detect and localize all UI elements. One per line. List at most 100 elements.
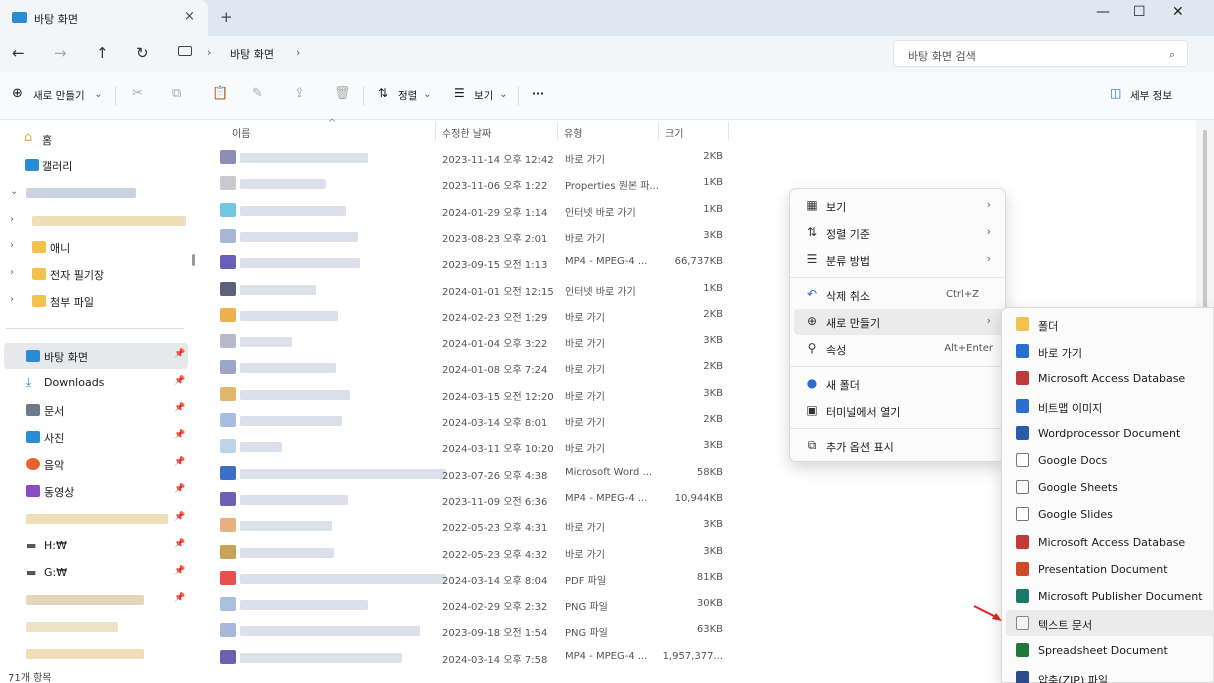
menu-item-new-folder[interactable]: ● 새 폴더 — [794, 371, 1003, 397]
column-header-type[interactable]: 유형 — [564, 125, 582, 140]
table-row[interactable]: 2022-05-23 오후 4:32 바로 가기 3KB — [198, 539, 728, 565]
submenu-item[interactable]: 텍스트 문서 — [1006, 610, 1214, 637]
sidebar-item-folder-ani[interactable]: › 애니 — [0, 234, 190, 260]
menu-item-sort-by[interactable]: ⇅ 정렬 기준 › — [794, 220, 1003, 246]
path-separator-end[interactable]: › — [296, 46, 300, 59]
table-row[interactable]: 2024-01-01 오전 12:15 인터넷 바로 가기 1KB — [198, 276, 728, 302]
menu-item-view[interactable]: ▦ 보기 › — [794, 193, 1003, 219]
sidebar-item-home[interactable]: ⌂ 홈 — [0, 126, 190, 152]
menu-item-group-by[interactable]: ☰ 분류 방법 › — [794, 247, 1003, 273]
column-divider[interactable] — [435, 122, 436, 140]
table-row[interactable]: 2024-01-04 오후 3:22 바로 가기 3KB — [198, 328, 728, 354]
menu-item-more-options[interactable]: ⧉ 추가 옵션 표시 — [794, 433, 1003, 459]
sidebar-item-pictures[interactable]: 사진 📌 — [0, 424, 190, 450]
column-divider[interactable] — [557, 122, 558, 140]
pin-icon[interactable]: 📌 — [174, 539, 185, 549]
submenu-item[interactable]: Wordprocessor Document — [1006, 420, 1214, 446]
chevron-right-icon[interactable]: › — [10, 294, 14, 305]
submenu-item[interactable]: Microsoft Publisher Document — [1006, 583, 1214, 609]
pin-icon[interactable]: 📌 — [174, 484, 185, 494]
maximize-button[interactable]: ☐ — [1133, 4, 1146, 20]
table-row[interactable]: 2023-11-06 오후 1:22 Properties 원본 파... 1KB — [198, 170, 728, 196]
tab-desktop[interactable]: 바탕 화면 × — [0, 0, 208, 36]
forward-button[interactable]: → — [54, 44, 67, 62]
pin-icon[interactable]: 📌 — [174, 512, 185, 522]
table-row[interactable]: 2023-11-14 오후 12:42 바로 가기 2KB — [198, 144, 728, 170]
table-row[interactable]: 2023-08-23 오후 2:01 바로 가기 3KB — [198, 223, 728, 249]
search-input[interactable]: 바탕 화면 검색 ⌕ — [893, 40, 1188, 67]
up-button[interactable]: ↑ — [96, 44, 109, 62]
submenu-item[interactable]: 압축(ZIP) 파일 — [1006, 665, 1214, 683]
sidebar-item-videos[interactable]: 동영상 📌 — [0, 478, 190, 504]
chevron-right-icon[interactable]: › — [10, 240, 14, 251]
menu-item-open-terminal[interactable]: ▣ 터미널에서 열기 — [794, 398, 1003, 424]
sidebar-item-desktop[interactable]: 바탕 화면 📌 — [4, 343, 188, 369]
pin-icon[interactable]: 📌 — [174, 430, 185, 440]
chevron-down-icon[interactable]: ⌄ — [10, 186, 18, 197]
submenu-item[interactable]: Presentation Document — [1006, 556, 1214, 582]
submenu-item[interactable]: Microsoft Access Database — [1006, 529, 1214, 555]
scrollbar-thumb[interactable] — [1203, 130, 1207, 310]
rename-icon[interactable]: ✎ — [252, 86, 263, 101]
delete-icon[interactable]: 🗑 — [334, 86, 351, 101]
view-button[interactable]: 보기 — [474, 88, 493, 103]
new-button[interactable]: 새로 만들기 — [33, 88, 85, 103]
submenu-item[interactable]: Microsoft Access Database — [1006, 365, 1214, 391]
sidebar-item-folder-notebook[interactable]: › 전자 필기장 — [0, 261, 190, 287]
close-button[interactable]: ✕ — [1172, 4, 1184, 20]
this-pc-icon[interactable] — [178, 46, 192, 56]
sidebar-item-pinned-3[interactable] — [0, 614, 190, 640]
menu-item-undo-delete[interactable]: ↶ 삭제 취소 Ctrl+Z — [794, 282, 1003, 308]
table-row[interactable]: 2024-01-08 오후 7:24 바로 가기 2KB — [198, 354, 728, 380]
more-options-button[interactable]: ··· — [532, 88, 544, 100]
chevron-right-icon[interactable]: › — [10, 214, 14, 225]
pin-icon[interactable]: 📌 — [174, 457, 185, 467]
table-row[interactable]: 2024-03-14 오후 8:04 PDF 파일 81KB — [198, 565, 728, 591]
table-row[interactable]: 2024-03-11 오후 10:20 바로 가기 3KB — [198, 433, 728, 459]
column-header-name[interactable]: 이름 — [232, 125, 250, 140]
sidebar-item-folder-attachments[interactable]: › 첨부 파일 — [0, 288, 190, 314]
pin-icon[interactable]: 📌 — [174, 349, 185, 359]
submenu-item[interactable]: Google Slides — [1006, 501, 1214, 527]
pin-icon[interactable]: 📌 — [174, 566, 185, 576]
paste-icon[interactable]: 📋 — [212, 86, 228, 101]
table-row[interactable]: 2022-05-23 오후 4:31 바로 가기 3KB — [198, 512, 728, 538]
new-tab-button[interactable]: + — [220, 8, 233, 26]
table-row[interactable]: 2023-09-18 오전 1:54 PNG 파일 63KB — [198, 617, 728, 643]
sidebar-item-downloads[interactable]: ⤓ Downloads 📌 — [0, 370, 190, 396]
sidebar-item-drive-g[interactable]: ▬ G:₩ 📌 — [0, 560, 190, 586]
submenu-item[interactable]: Google Docs — [1006, 447, 1214, 473]
details-button[interactable]: 세부 정보 — [1130, 88, 1172, 103]
path-box[interactable] — [168, 40, 886, 67]
table-row[interactable]: 2023-11-09 오전 6:36 MP4 - MPEG-4 ... 10,944… — [198, 486, 728, 512]
submenu-item[interactable]: Google Sheets — [1006, 474, 1214, 500]
sidebar-item-documents[interactable]: 문서 📌 — [0, 397, 190, 423]
pin-icon[interactable]: 📌 — [174, 593, 185, 603]
table-row[interactable]: 2024-01-29 오후 1:14 인터넷 바로 가기 1KB — [198, 197, 728, 223]
sort-button[interactable]: 정렬 — [398, 88, 417, 103]
sidebar-item-drive-h[interactable]: ▬ H:₩ 📌 — [0, 533, 190, 559]
table-row[interactable]: 2024-02-29 오후 2:32 PNG 파일 30KB — [198, 591, 728, 617]
cut-icon[interactable]: ✂ — [132, 86, 143, 101]
sidebar-item-onedrive[interactable]: ⌄ — [0, 180, 190, 206]
table-row[interactable]: 2024-03-14 오후 8:01 바로 가기 2KB — [198, 407, 728, 433]
share-icon[interactable]: ⇪ — [294, 86, 305, 101]
column-header-date[interactable]: 수정한 날짜 — [442, 125, 491, 140]
minimize-button[interactable]: — — [1096, 4, 1110, 20]
sidebar-item-gallery[interactable]: 갤러리 — [0, 152, 190, 178]
refresh-button[interactable]: ↻ — [136, 44, 149, 62]
menu-item-properties[interactable]: ⚲ 속성 Alt+Enter — [794, 336, 1003, 362]
back-button[interactable]: ← — [12, 44, 25, 62]
chevron-right-icon[interactable]: › — [10, 267, 14, 278]
menu-item-new[interactable]: ⊕ 새로 만들기 › — [794, 309, 1003, 335]
table-row[interactable]: 2023-07-26 오후 4:38 Microsoft Word ... 58KB — [198, 460, 728, 486]
pin-icon[interactable]: 📌 — [174, 403, 185, 413]
sidebar-scrollbar[interactable] — [192, 254, 195, 266]
path-location[interactable]: 바탕 화면 — [230, 46, 274, 62]
column-divider[interactable] — [728, 122, 729, 140]
column-header-size[interactable]: 크기 — [665, 125, 683, 140]
sidebar-item-folder[interactable]: › — [0, 208, 190, 234]
table-row[interactable]: 2024-03-15 오전 12:20 바로 가기 3KB — [198, 381, 728, 407]
sidebar-item-pinned-folder[interactable]: 📌 — [0, 506, 190, 532]
pin-icon[interactable]: 📌 — [174, 376, 185, 386]
